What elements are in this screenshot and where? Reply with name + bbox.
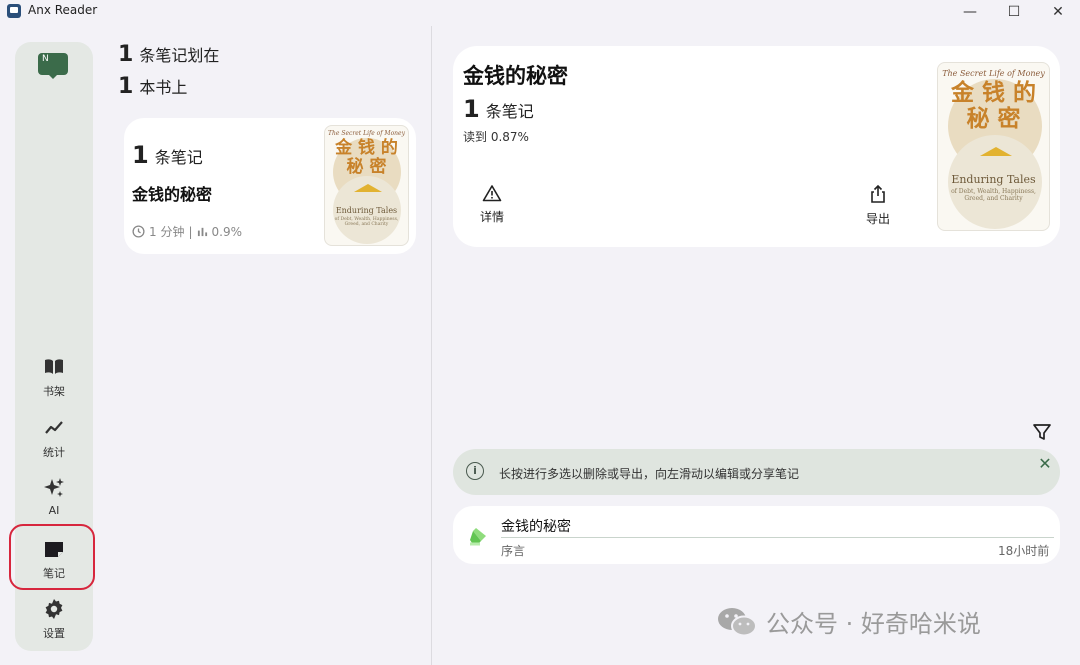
maximize-button[interactable]: ☐ [992,0,1036,24]
note-timestamp: 18小时前 [998,544,1050,558]
nav-label: 统计 [43,446,65,459]
filter-funnel-icon [1033,424,1051,440]
cover-cn-title-2: 秘 密 [346,157,387,177]
detail-book-title: 金钱的秘密 [463,64,568,88]
books-summary-text: 本书上 [139,78,188,97]
app-title: Anx Reader [28,3,98,17]
export-button[interactable]: 导出 [848,184,908,227]
watermark: 公众号 · 好奇哈米说 [716,604,981,639]
app-logo-icon: N [38,53,68,79]
notes-count: 1 [118,42,134,67]
cover-en-title: Enduring Tales [335,206,398,215]
warning-triangle-icon [482,185,502,202]
annotation-highlight [9,524,95,590]
app-icon [7,4,21,18]
note-book-title: 金钱的秘密 [501,519,571,535]
close-button[interactable]: ✕ [1036,0,1080,24]
tip-text: 长按进行多选以删除或导出，向左滑动以编辑或分享笔记 [499,467,800,481]
nav-item-ai[interactable]: AI [20,476,88,524]
notes-summary-text: 条笔记划在 [139,46,220,65]
detail-progress: 读到 0.87% [463,130,529,144]
detail-count-number: 1 [463,95,480,123]
cover-english-header: The Secret Life of Money [328,130,405,137]
pane-divider [431,26,432,665]
share-export-icon [871,184,885,203]
book-card-count-text: 条笔记 [154,148,203,167]
books-count: 1 [118,74,134,99]
book-cover-large: The Secret Life of Money 金 钱 的 秘 密 Endur… [937,62,1050,231]
info-icon: i [466,462,484,480]
cover-en-subtitle: of Debt, Wealth, Happiness, Greed, and C… [951,188,1036,202]
book-open-icon [45,359,63,374]
export-label: 导出 [865,212,890,226]
trend-line-icon [45,421,63,434]
watermark-text: 公众号 · 好奇哈米说 [766,610,981,638]
cover-cn-title-1: 金 钱 的 [950,79,1036,106]
cover-sun-graphic [354,184,382,192]
notes-summary: 1 条笔记划在 [118,42,219,67]
minimize-button[interactable]: — [948,0,992,24]
title-bar: Anx Reader — ☐ ✕ [0,0,1080,24]
nav-item-bookshelf[interactable]: 书架 [20,355,88,403]
cover-sun-graphic [980,147,1012,156]
details-button[interactable]: 详情 [462,184,522,225]
clock-icon [132,225,145,238]
detail-count-text: 条笔记 [485,102,534,121]
nav-item-settings[interactable]: 设置 [20,597,88,645]
nav-item-statistics[interactable]: 统计 [20,416,88,464]
filter-button[interactable] [1030,420,1054,444]
book-card-title: 金钱的秘密 [132,185,213,204]
wechat-icon [718,607,757,636]
cover-english-header: The Secret Life of Money [942,69,1045,78]
book-card-meta: 1 分钟 | 0.9% [132,223,242,240]
cover-en-title: Enduring Tales [951,173,1036,186]
cover-en-subtitle: of Debt, Wealth, Happiness, Greed, and C… [334,217,399,227]
tip-close-button[interactable]: ✕ [1036,455,1054,473]
book-card-count: 1 条笔记 [132,141,203,169]
books-summary: 1 本书上 [118,74,187,99]
details-label: 详情 [479,210,504,224]
nav-label: 书架 [43,385,65,398]
detail-note-count: 1 条笔记 [463,95,534,123]
bar-chart-icon [197,227,207,237]
highlighter-icon [470,528,486,546]
sparkle-icon [44,478,64,497]
read-progress: 0.9% [211,224,243,239]
meta-separator: | [188,224,193,239]
read-time: 1 分钟 [149,225,185,239]
gear-icon [45,599,63,619]
book-card-count-number: 1 [132,141,149,169]
nav-label: AI [48,504,60,517]
cover-cn-title-2: 秘 密 [966,105,1021,132]
book-cover-thumbnail: The Secret Life of Money 金 钱 的 秘 密 Endur… [324,125,409,246]
note-chapter: 序言 [501,544,526,558]
nav-label: 设置 [43,627,65,640]
cover-cn-title-1: 金 钱 的 [335,138,398,158]
note-divider [501,537,1054,538]
